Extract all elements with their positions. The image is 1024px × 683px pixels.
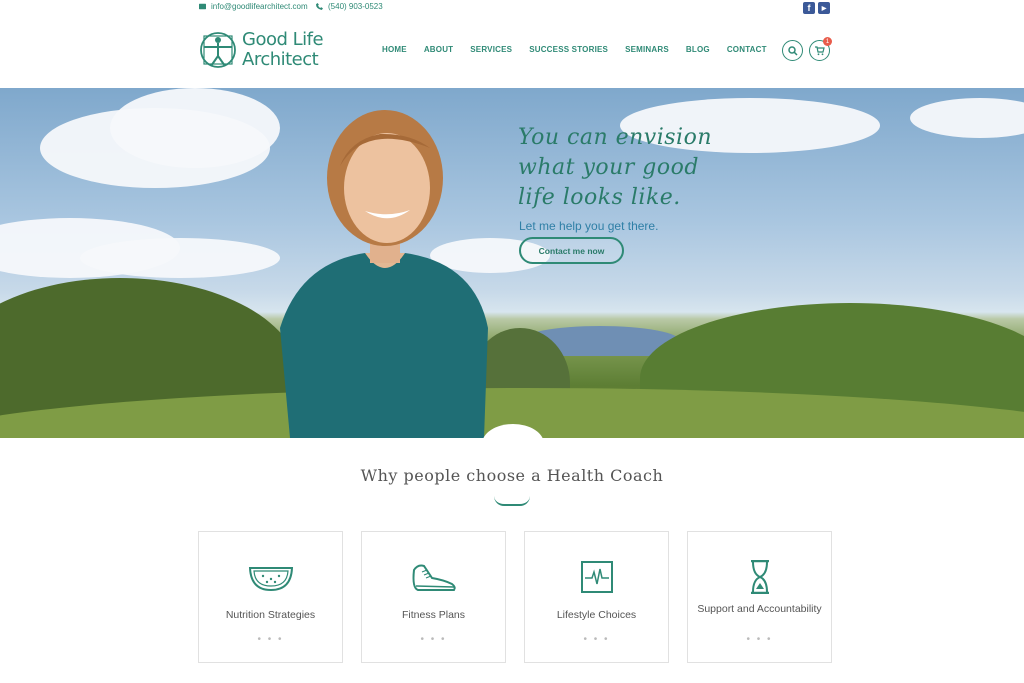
logo-line-1: Good Life xyxy=(242,29,324,50)
hero-headline-line-1: You can envision xyxy=(518,125,713,150)
social-links: f ▶ xyxy=(803,2,830,14)
nav-services[interactable]: SERVICES xyxy=(470,45,512,54)
nav-blog[interactable]: BLOG xyxy=(686,45,710,54)
sneaker-icon xyxy=(412,564,456,591)
header-actions: 1 xyxy=(782,37,832,61)
logo-line-2: Architect xyxy=(242,49,319,70)
search-icon xyxy=(787,45,798,56)
site-header: Good Life Architect HOME ABOUT SERVICES … xyxy=(0,16,1024,88)
nav-success-stories[interactable]: SUCCESS STORIES xyxy=(529,45,608,54)
cart-icon xyxy=(814,45,825,55)
youtube-icon[interactable]: ▶ xyxy=(818,2,830,14)
section-title: Why people choose a Health Coach xyxy=(360,466,664,485)
facebook-icon[interactable]: f xyxy=(803,2,815,14)
cart-button[interactable]: 1 xyxy=(809,37,832,61)
logo-text: Good Life Architect xyxy=(242,29,324,70)
vitruvian-man-icon xyxy=(200,32,236,68)
card-label: Support and Accountability xyxy=(697,603,822,615)
cart-count-badge: 1 xyxy=(823,37,832,46)
title-divider xyxy=(494,496,530,506)
watermelon-icon xyxy=(248,567,293,592)
card-dots: • • • xyxy=(257,634,284,645)
card-support[interactable]: Support and Accountability • • • xyxy=(687,531,832,663)
email-link[interactable]: info@goodlifearchitect.com xyxy=(199,2,308,11)
hero-banner: You can envision what your good life loo… xyxy=(0,88,1024,438)
nav-about[interactable]: ABOUT xyxy=(424,45,453,54)
email-text[interactable]: info@goodlifearchitect.com xyxy=(211,2,308,11)
card-dots: • • • xyxy=(746,634,773,645)
hero-portrait xyxy=(280,110,488,438)
phone-link[interactable]: (540) 903-0523 xyxy=(316,2,383,11)
card-label: Lifestyle Choices xyxy=(556,609,637,621)
nav-contact[interactable]: CONTACT xyxy=(727,45,767,54)
contact-me-button[interactable]: Contact me now xyxy=(519,237,624,264)
phone-icon xyxy=(316,3,323,10)
card-nutrition[interactable]: Nutrition Strategies • • • xyxy=(198,531,343,663)
feature-cards: Nutrition Strategies • • • Fitness Plans… xyxy=(198,531,832,663)
nav-home[interactable]: HOME xyxy=(382,45,407,54)
card-lifestyle[interactable]: Lifestyle Choices • • • xyxy=(524,531,669,663)
heart-monitor-icon xyxy=(580,561,613,593)
site-logo[interactable]: Good Life Architect xyxy=(198,29,324,70)
hourglass-icon xyxy=(750,560,769,594)
envelope-icon xyxy=(199,3,206,10)
top-contact-bar: info@goodlifearchitect.com (540) 903-052… xyxy=(0,0,1024,16)
card-dots: • • • xyxy=(583,634,610,645)
nav-seminars[interactable]: SEMINARS xyxy=(625,45,669,54)
phone-text[interactable]: (540) 903-0523 xyxy=(328,2,383,11)
card-label: Nutrition Strategies xyxy=(225,609,316,621)
hero-cloud xyxy=(110,88,280,168)
hero-headline: You can envision what your good life loo… xyxy=(518,123,712,213)
search-button[interactable] xyxy=(782,40,803,61)
hero-subline: Let me help you get there. xyxy=(519,219,659,233)
card-fitness[interactable]: Fitness Plans • • • xyxy=(361,531,506,663)
card-dots: • • • xyxy=(420,634,447,645)
hero-headline-line-2: what your good xyxy=(518,155,699,180)
hero-cloud xyxy=(80,238,280,278)
hero-headline-line-3: life looks like. xyxy=(518,185,681,210)
hero-cloud xyxy=(910,98,1024,138)
card-label: Fitness Plans xyxy=(401,609,466,621)
main-nav: HOME ABOUT SERVICES SUCCESS STORIES SEMI… xyxy=(382,45,767,54)
